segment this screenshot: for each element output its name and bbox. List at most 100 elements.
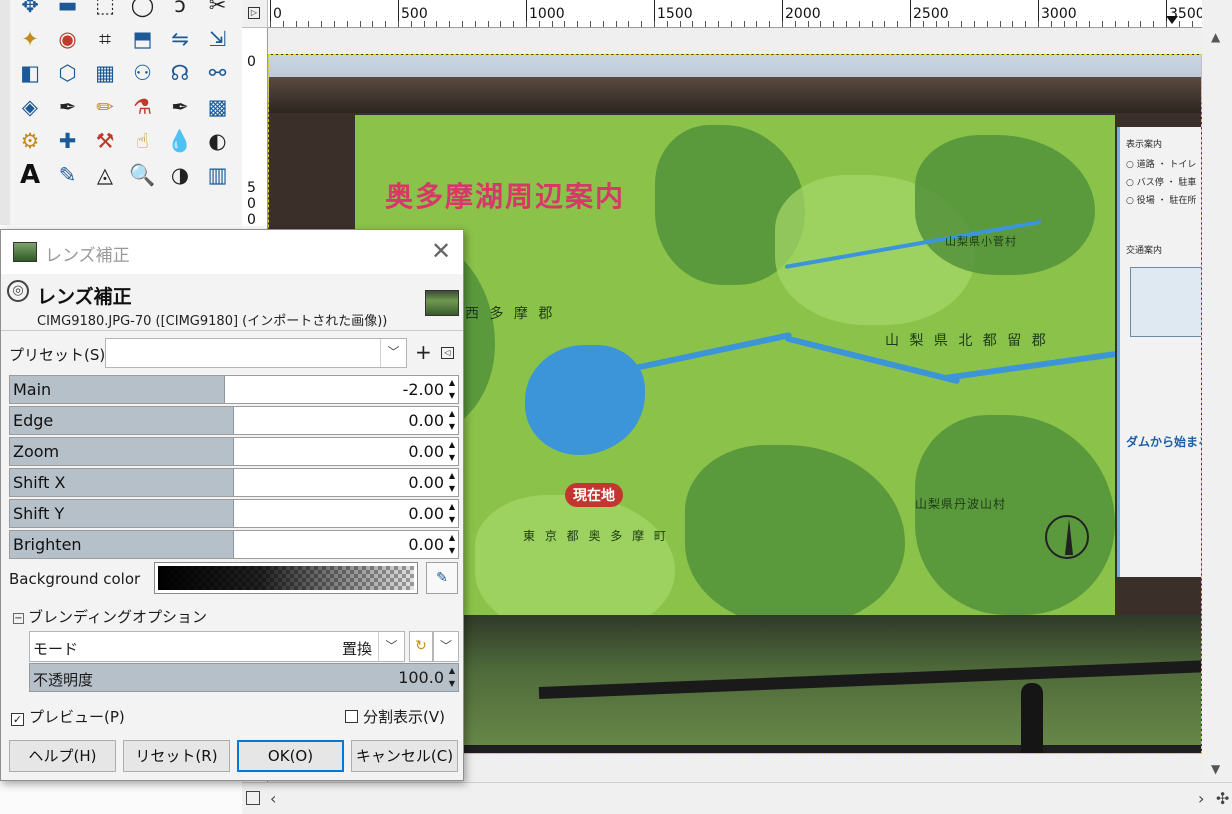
dialog-titlebar[interactable]: レンズ補正 ✕: [1, 230, 463, 274]
slider-shift-y[interactable]: Shift Y 0.00 ▲ ▼: [9, 499, 459, 528]
spin-arrows-icon[interactable]: ▲ ▼: [446, 469, 458, 496]
move-tool-icon[interactable]: ✥: [15, 0, 45, 20]
cage-tool-icon[interactable]: ⚇: [128, 58, 158, 88]
spin-arrows-icon[interactable]: ▲ ▼: [446, 376, 458, 403]
preset-combo[interactable]: ﹀: [105, 338, 407, 368]
airbrush-tool-icon[interactable]: ⚗: [128, 92, 158, 122]
ruler-menu-icon[interactable]: ▷: [248, 7, 260, 19]
gradient-tool-icon[interactable]: ◈: [15, 92, 45, 122]
ruler-label: 3500: [1169, 6, 1202, 22]
align-tool-icon[interactable]: ▬: [53, 0, 83, 20]
chevron-down-icon[interactable]: ﹀: [378, 632, 404, 661]
crop-tool-icon[interactable]: ⌗: [90, 24, 120, 54]
blur-tool-icon[interactable]: 💧: [165, 126, 195, 156]
dialog-header-title: レンズ補正: [37, 286, 132, 308]
slider-brighten[interactable]: Brighten 0.00 ▲ ▼: [9, 530, 459, 559]
quick-mask-toggle[interactable]: ▷: [242, 0, 268, 28]
blend-mode-combo[interactable]: モード 置換 ﹀: [29, 631, 405, 662]
scissors-tool-icon[interactable]: ✂: [203, 0, 233, 20]
signboard-legend: 表示案内 ○ 道路 ・ トイレ ○ バス停 ・ 駐車 ○ 役場 ・ 駐在所 交通…: [1117, 127, 1202, 577]
horizontal-ruler[interactable]: 0 500 1000 1500 2000 2500 3000 3500: [268, 0, 1202, 28]
grid-transform-tool-icon[interactable]: ▦: [90, 58, 120, 88]
color-picker-icon[interactable]: ✎: [426, 562, 458, 594]
background-color-button[interactable]: [154, 562, 418, 594]
slider-main[interactable]: Main -2.00 ▲ ▼: [9, 375, 459, 404]
ruler-minor-tick: [283, 21, 284, 27]
preview-checkbox[interactable]: ✓ プレビュー(P): [11, 706, 125, 727]
scroll-right-icon[interactable]: ›: [1198, 789, 1204, 808]
paintbrush-tool-icon[interactable]: ✒: [53, 92, 83, 122]
3d-transform-tool-icon[interactable]: ⬡: [53, 58, 83, 88]
threshold-tool-icon[interactable]: ◑: [165, 160, 195, 190]
map-label: 西 多 摩 郡: [465, 306, 556, 322]
chevron-down-icon[interactable]: ﹀: [380, 339, 406, 367]
zoom-tool-icon[interactable]: 🔍: [128, 160, 158, 190]
ruler-minor-tick: [1076, 21, 1077, 27]
transform-tool-icon[interactable]: ⬒: [128, 24, 158, 54]
ruler-minor-tick: [590, 21, 591, 27]
mode-value: 置換: [341, 640, 372, 658]
slider-zoom[interactable]: Zoom 0.00 ▲ ▼: [9, 437, 459, 466]
navigate-cross-icon[interactable]: ✣: [1216, 789, 1229, 808]
help-button[interactable]: ヘルプ(H): [9, 740, 116, 772]
path-tool-icon[interactable]: ⚯: [203, 58, 233, 88]
opacity-slider[interactable]: 不透明度 100.0 ▲ ▼: [29, 663, 459, 692]
ruler-minor-tick: [884, 21, 885, 27]
lasso-tool-icon[interactable]: ↄ: [165, 0, 195, 20]
vertical-scrollbar[interactable]: ▲ ▼: [1202, 28, 1232, 782]
spin-arrows-icon[interactable]: ▲ ▼: [446, 407, 458, 434]
color-picker-tool-icon[interactable]: ✎: [53, 160, 83, 190]
checkbox-unchecked-icon[interactable]: [345, 710, 358, 723]
spin-arrows-icon[interactable]: ▲ ▼: [446, 531, 458, 558]
ok-button[interactable]: OK(O): [237, 740, 344, 772]
ruler-minor-tick: [1128, 21, 1129, 27]
measure-tool-icon[interactable]: ◬: [90, 160, 120, 190]
navigate-icon[interactable]: [246, 791, 260, 805]
spin-arrows-icon[interactable]: ▲ ▼: [446, 500, 458, 527]
scroll-down-icon[interactable]: ▼: [1211, 762, 1220, 776]
slider-shift-x[interactable]: Shift X 0.00 ▲ ▼: [9, 468, 459, 497]
spin-arrows-icon[interactable]: ▲ ▼: [446, 664, 458, 691]
warp-tool-icon[interactable]: ☊: [165, 58, 195, 88]
collapse-icon[interactable]: −: [13, 613, 24, 624]
add-preset-button[interactable]: +: [415, 340, 432, 364]
toolbox: ✥▬⬚◯ↄ✂▣✦◉⌗⬒⇋⇲▱◧⬡▦⚇☊⚯✐◈✒✏⚗✒▩◫⚙✚⚒☝💧◐▲A✎◬🔍◑…: [10, 0, 265, 225]
preset-menu-icon[interactable]: ◁: [441, 347, 454, 359]
flip-tool-icon[interactable]: ⇋: [165, 24, 195, 54]
close-button[interactable]: ✕: [427, 238, 455, 266]
scroll-up-icon[interactable]: ▲: [1211, 30, 1220, 44]
ruler-minor-tick: [628, 21, 629, 27]
horizontal-scrollbar[interactable]: ‹ › ✣: [242, 782, 1232, 814]
perspective-clone-tool-icon[interactable]: ⚒: [90, 126, 120, 156]
rect-select-tool-icon[interactable]: ⬚: [90, 0, 120, 20]
slider-edge[interactable]: Edge 0.00 ▲ ▼: [9, 406, 459, 435]
pencil-tool-icon[interactable]: ✏: [90, 92, 120, 122]
fuzzy-select-tool-icon[interactable]: ✦: [15, 24, 45, 54]
text-tool-icon[interactable]: A: [15, 160, 45, 190]
mypaint-tool-icon[interactable]: ▩: [203, 92, 233, 122]
clone-tool-icon[interactable]: ⚙: [15, 126, 45, 156]
perspective-tool-icon[interactable]: ◧: [15, 58, 45, 88]
ruler-minor-tick: [398, 21, 399, 27]
split-view-checkbox[interactable]: 分割表示(V): [345, 706, 445, 727]
scroll-left-icon[interactable]: ‹: [270, 789, 276, 808]
ink-tool-icon[interactable]: ✒: [165, 92, 195, 122]
ruler-minor-tick: [616, 21, 617, 27]
smudge-tool-icon[interactable]: ☝: [128, 126, 158, 156]
levels-tool-icon[interactable]: ▥: [203, 160, 233, 190]
ellipse-select-tool-icon[interactable]: ◯: [128, 0, 158, 20]
chevron-down-icon[interactable]: ﹀: [433, 631, 459, 662]
scale-tool-icon[interactable]: ⇲: [203, 24, 233, 54]
heal-tool-icon[interactable]: ✚: [53, 126, 83, 156]
blending-options-toggle[interactable]: − ブレンディングオプション: [13, 606, 207, 627]
color-select-tool-icon[interactable]: ◉: [53, 24, 83, 54]
dodge-tool-icon[interactable]: ◐: [203, 126, 233, 156]
ruler-minor-tick: [334, 21, 335, 27]
spin-arrows-icon[interactable]: ▲ ▼: [446, 438, 458, 465]
legend-heading: ダムから始まる: [1126, 435, 1202, 449]
ruler-minor-tick: [1192, 21, 1193, 27]
cancel-button[interactable]: キャンセル(C): [351, 740, 458, 772]
reset-button[interactable]: リセット(R): [123, 740, 230, 772]
composite-space-icon[interactable]: ↻: [409, 631, 433, 662]
checkbox-checked-icon[interactable]: ✓: [11, 713, 24, 726]
